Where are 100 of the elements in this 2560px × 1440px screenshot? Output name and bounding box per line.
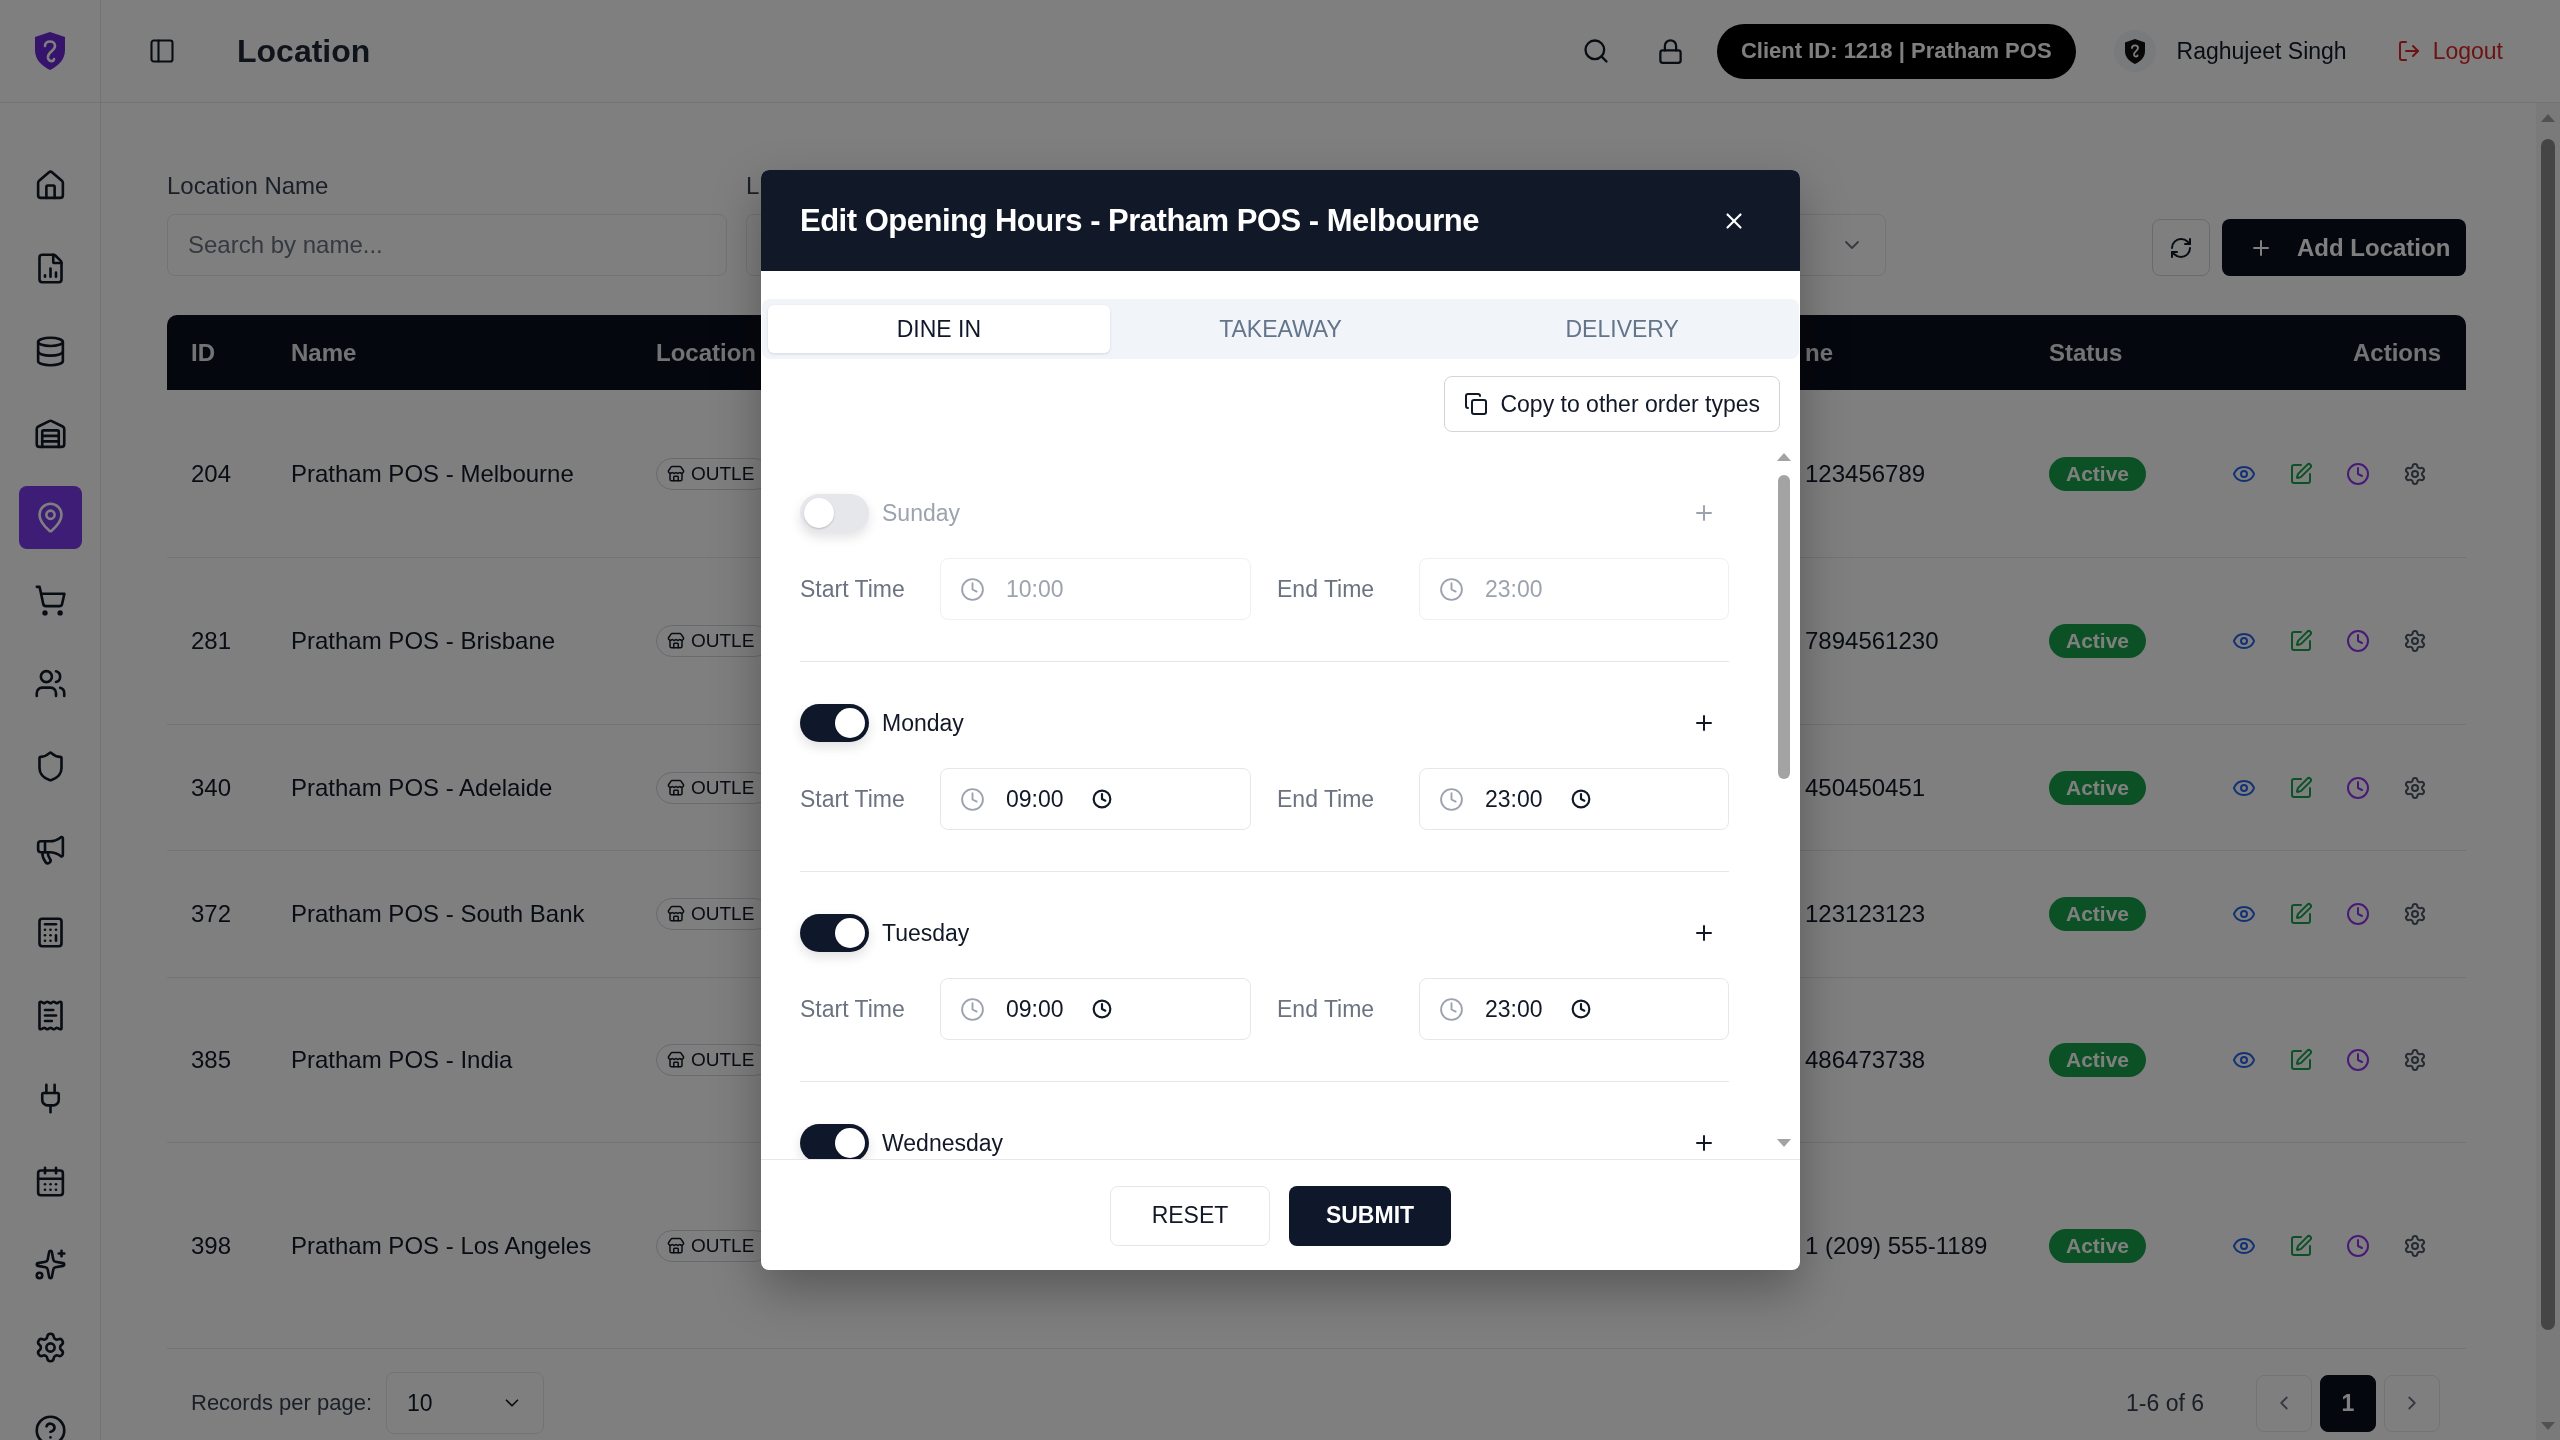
- status-badge: Active: [2049, 770, 2147, 805]
- status-badge: Active: [2049, 897, 2147, 931]
- edit-icon[interactable]: [2289, 775, 2313, 800]
- submit-button[interactable]: SUBMIT: [1289, 1185, 1451, 1246]
- page-title: Location: [237, 32, 371, 70]
- warehouse-icon: [33, 418, 67, 451]
- clock-icon: [960, 996, 985, 1022]
- field-label: End Time: [1277, 785, 1375, 813]
- column-header: ID: [191, 338, 215, 367]
- add-location-button[interactable]: Add Location: [2222, 219, 2466, 276]
- field-label: Start Time: [800, 575, 905, 603]
- edit-icon[interactable]: [2289, 1233, 2313, 1258]
- field-label: Location Name: [167, 171, 329, 201]
- location-type-text: OUTLE: [691, 1049, 755, 1071]
- modal-title: Edit Opening Hours - Pratham POS - Melbourne: [800, 202, 1479, 239]
- user-name: Raghujeet Singh: [2176, 37, 2347, 65]
- client-id-badge: Client ID: 1218 | Pratham POS: [1716, 23, 2076, 79]
- settings-icon[interactable]: [2403, 902, 2427, 926]
- clock-icon: [1570, 789, 1591, 809]
- search-icon[interactable]: [1581, 37, 1610, 65]
- time-input[interactable]: 23:00: [1419, 768, 1729, 830]
- help-icon: [33, 1414, 67, 1440]
- location-type-text: OUTLE: [691, 776, 755, 799]
- refresh-button[interactable]: [2152, 219, 2210, 276]
- location-type-text: OUTLE: [691, 1234, 755, 1257]
- clock-icon[interactable]: [2346, 629, 2370, 653]
- cart-icon: [33, 584, 67, 617]
- field-label: End Time: [1277, 575, 1375, 603]
- clock-icon[interactable]: [2346, 1048, 2370, 1072]
- clock-icon: [1439, 786, 1464, 812]
- toggle-switch[interactable]: [800, 494, 869, 532]
- table-cell: Pratham POS - Brisbane: [291, 627, 556, 655]
- clock-icon: [960, 786, 985, 812]
- field-label: L: [746, 171, 760, 201]
- status-badge: Active: [2049, 1228, 2147, 1263]
- table-cell: 123123123: [1805, 900, 1926, 928]
- table-cell: 398: [191, 1231, 232, 1260]
- copy-icon: [1464, 392, 1489, 416]
- field-label: Start Time: [800, 785, 905, 813]
- field-label: End Time: [1277, 995, 1375, 1023]
- edit-icon[interactable]: [2289, 629, 2313, 653]
- table-cell: 340: [191, 773, 232, 802]
- clock-icon: [1091, 999, 1112, 1019]
- store-icon: [667, 778, 685, 797]
- logo-icon[interactable]: [33, 31, 67, 71]
- tab[interactable]: TAKEAWAY: [1109, 305, 1452, 353]
- day-name: Tuesday: [882, 921, 970, 945]
- copy-button[interactable]: Copy to other order types: [1444, 376, 1780, 432]
- time-input[interactable]: 09:00: [940, 978, 1251, 1040]
- store-icon: [667, 1051, 685, 1069]
- page-range-text: 1-6 of 6: [2126, 1389, 2204, 1417]
- search-field[interactable]: Search by name...: [167, 214, 727, 276]
- clock-icon: [960, 576, 985, 602]
- table-cell: 1 (209) 555-1189: [1805, 1231, 1988, 1260]
- tab[interactable]: DINE IN: [768, 305, 1110, 353]
- time-input[interactable]: 09:00: [940, 768, 1251, 830]
- settings-icon[interactable]: [2403, 775, 2427, 800]
- edit-icon[interactable]: [2289, 902, 2313, 926]
- clock-icon[interactable]: [2346, 775, 2370, 800]
- clock-icon: [1439, 996, 1464, 1022]
- logout-icon: [2396, 39, 2421, 63]
- table-cell: Pratham POS - Adelaide: [291, 773, 553, 802]
- clock-icon[interactable]: [2346, 461, 2370, 486]
- settings-icon[interactable]: [2403, 629, 2427, 653]
- settings-icon[interactable]: [2403, 1048, 2427, 1072]
- day-name: Monday: [882, 711, 964, 735]
- location-type-text: OUTLE: [691, 462, 755, 485]
- lock-icon[interactable]: [1656, 37, 1684, 65]
- avatar-icon[interactable]: [2113, 30, 2156, 72]
- clock-icon[interactable]: [2346, 902, 2370, 926]
- column-header: Location: [656, 338, 756, 367]
- store-icon: [667, 632, 685, 650]
- edit-icon[interactable]: [2289, 1048, 2313, 1072]
- settings-icon[interactable]: [2403, 461, 2427, 486]
- sidebar-toggle-icon[interactable]: [148, 37, 176, 65]
- day-name: Sunday: [882, 501, 960, 525]
- clock-icon: [1439, 576, 1464, 602]
- edit-icon[interactable]: [2289, 461, 2313, 486]
- clock-icon[interactable]: [2346, 1233, 2370, 1258]
- sidebar-item[interactable]: [18, 486, 82, 549]
- toggle-switch[interactable]: [800, 704, 869, 742]
- time-input[interactable]: 23:00: [1419, 978, 1729, 1040]
- store-icon: [667, 905, 685, 923]
- records-per-page-select[interactable]: 10: [386, 1372, 544, 1434]
- table-cell: Pratham POS - Melbourne: [291, 459, 574, 488]
- table-cell: 372: [191, 900, 232, 928]
- column-header: Actions: [2353, 338, 2441, 367]
- column-header: Name: [291, 338, 357, 367]
- tab[interactable]: DELIVERY: [1451, 305, 1793, 353]
- day-name: Wednesday: [882, 1131, 1004, 1155]
- toggle-switch[interactable]: [800, 914, 869, 952]
- status-badge: Active: [2049, 456, 2147, 491]
- table-cell: 123456789: [1805, 459, 1926, 488]
- page-button[interactable]: 1: [2320, 1374, 2376, 1432]
- table-cell: 7894561230: [1805, 627, 1939, 655]
- settings-icon[interactable]: [2403, 1233, 2427, 1258]
- toggle-switch[interactable]: [800, 1124, 869, 1159]
- reset-button[interactable]: RESET: [1110, 1185, 1270, 1246]
- users-icon: [33, 667, 67, 700]
- table-cell: 450450451: [1805, 773, 1926, 802]
